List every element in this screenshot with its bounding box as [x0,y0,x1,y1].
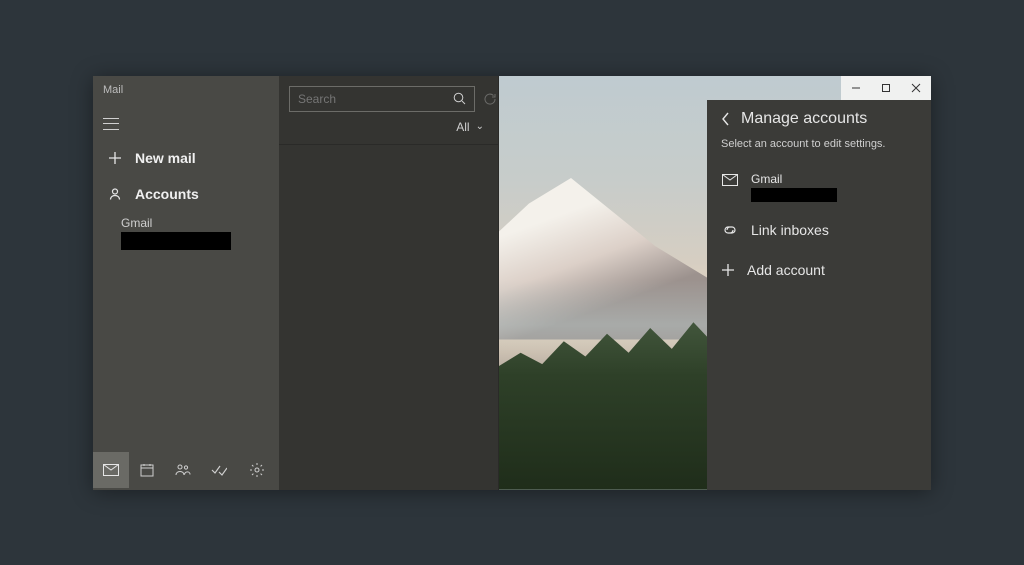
plus-icon [105,151,125,165]
link-icon [721,224,739,236]
new-mail-button[interactable]: New mail [93,140,279,176]
sidebar: Mail New mail Accounts Gmail [93,76,279,490]
add-account-button[interactable]: Add account [721,250,917,290]
people-tab-icon[interactable] [165,452,201,488]
close-button[interactable] [901,76,931,100]
plus-icon [721,263,735,277]
settings-icon[interactable] [239,452,275,488]
bottom-icon-bar [93,450,279,490]
filter-dropdown[interactable]: All ⌄ [279,112,498,145]
link-inboxes-button[interactable]: Link inboxes [721,210,917,250]
manage-account-item[interactable]: Gmail [721,164,917,210]
search-box[interactable] [289,86,475,112]
hamburger-icon[interactable] [103,118,119,130]
link-inboxes-label: Link inboxes [751,222,829,238]
sidebar-account-name: Gmail [121,216,279,230]
mail-app-window: Mail New mail Accounts Gmail [93,76,931,490]
search-icon[interactable] [453,92,466,105]
manage-account-name: Gmail [751,172,837,186]
mail-tab-icon[interactable] [93,452,129,488]
search-input[interactable] [298,92,453,106]
mail-icon [721,172,739,186]
minimize-button[interactable] [841,76,871,100]
window-controls [841,76,931,100]
maximize-button[interactable] [871,76,901,100]
chevron-down-icon: ⌄ [476,121,484,132]
filter-label: All [456,120,469,134]
sidebar-account-item[interactable]: Gmail [93,212,279,250]
new-mail-label: New mail [135,150,196,166]
app-title: Mail [93,76,279,102]
person-icon [105,187,125,201]
accounts-label: Accounts [135,186,199,202]
sidebar-account-address-redacted [121,232,231,250]
manage-account-address-redacted [751,188,837,202]
calendar-tab-icon[interactable] [129,452,165,488]
reading-pane: Manage accounts Select an account to edi… [499,76,931,490]
accounts-header[interactable]: Accounts [93,176,279,212]
todo-tab-icon[interactable] [201,452,237,488]
refresh-icon[interactable] [483,89,497,109]
manage-accounts-panel: Manage accounts Select an account to edi… [707,100,931,490]
add-account-label: Add account [747,262,825,278]
message-list-pane: All ⌄ [279,76,499,490]
manage-accounts-title: Manage accounts [741,110,867,128]
back-icon[interactable] [721,112,731,126]
manage-accounts-subtitle: Select an account to edit settings. [721,138,917,150]
